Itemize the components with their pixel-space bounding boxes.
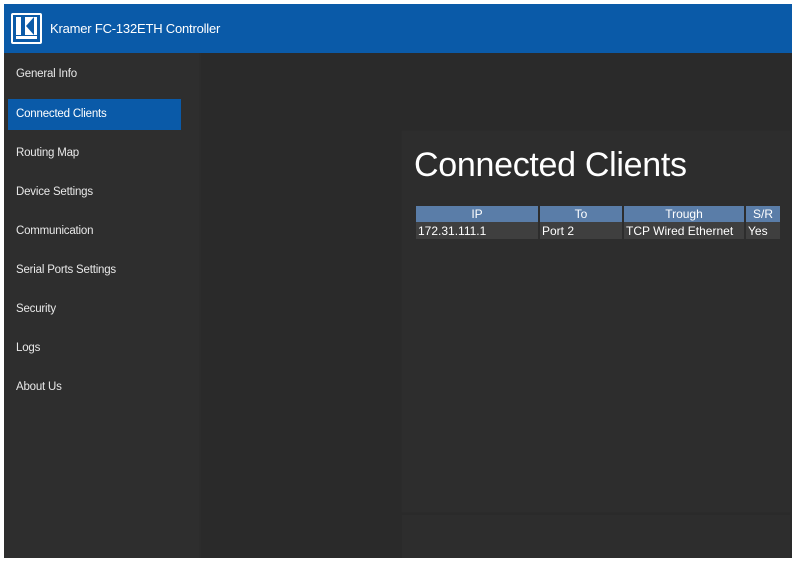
main-area: Connected Clients IP To Trough S/R 172.3…	[201, 53, 792, 558]
cell-trough: TCP Wired Ethernet	[624, 222, 744, 239]
sidebar-item-device-settings[interactable]: Device Settings	[8, 177, 181, 208]
page-title: Connected Clients	[414, 146, 687, 184]
top-bar: Kramer FC-132ETH Controller	[4, 4, 792, 53]
cell-sr: Yes	[746, 222, 780, 239]
sidebar-item-logs[interactable]: Logs	[8, 333, 181, 364]
clients-table: IP To Trough S/R 172.31.111.1 Port 2 TCP…	[414, 206, 782, 239]
sidebar-item-about-us[interactable]: About Us	[8, 372, 181, 403]
kramer-logo-icon	[11, 13, 42, 44]
column-header-to: To	[540, 206, 622, 222]
column-header-trough: Trough	[624, 206, 744, 222]
table-row: 172.31.111.1 Port 2 TCP Wired Ethernet Y…	[416, 222, 780, 239]
sidebar-item-communication[interactable]: Communication	[8, 216, 181, 247]
sidebar-item-connected-clients[interactable]: Connected Clients	[8, 99, 181, 130]
sidebar: General Info Connected Clients Routing M…	[4, 53, 199, 558]
sidebar-item-serial-ports-settings[interactable]: Serial Ports Settings	[8, 255, 181, 286]
panel-footer	[402, 515, 790, 558]
table-header-row: IP To Trough S/R	[416, 206, 780, 222]
content-panel: Connected Clients IP To Trough S/R 172.3…	[402, 131, 790, 512]
sidebar-item-routing-map[interactable]: Routing Map	[8, 138, 181, 169]
column-header-sr: S/R	[746, 206, 780, 222]
cell-ip: 172.31.111.1	[416, 222, 538, 239]
app-title: Kramer FC-132ETH Controller	[50, 21, 221, 36]
app-window: Kramer FC-132ETH Controller General Info…	[4, 4, 792, 558]
column-header-ip: IP	[416, 206, 538, 222]
sidebar-item-security[interactable]: Security	[8, 294, 181, 325]
sidebar-item-general-info[interactable]: General Info	[8, 59, 181, 90]
cell-to: Port 2	[540, 222, 622, 239]
